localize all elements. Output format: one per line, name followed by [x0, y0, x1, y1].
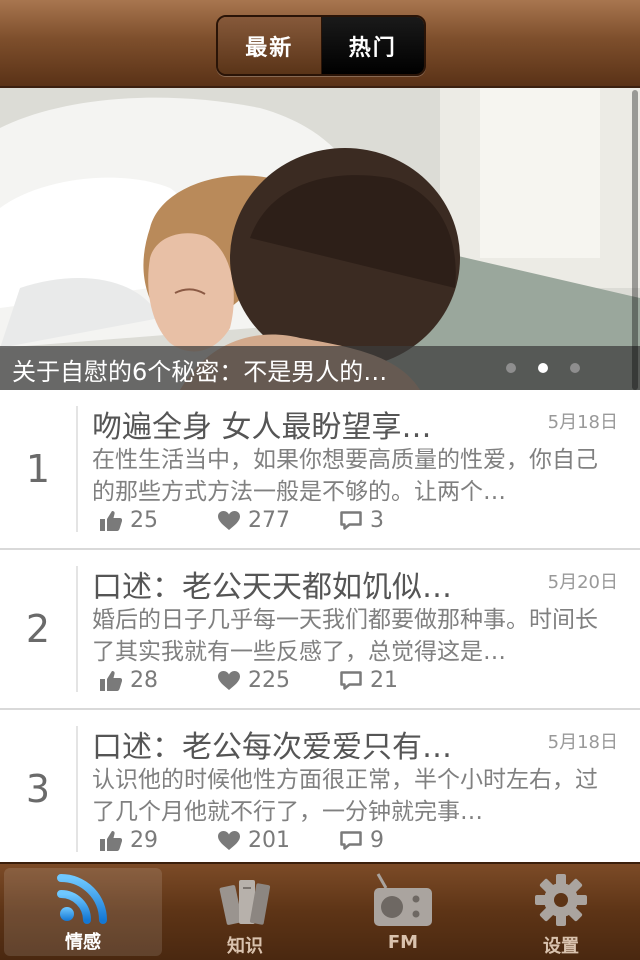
like-count: 29: [130, 828, 158, 853]
article-excerpt: 婚后的日子几乎每一天我们都要做那种事。时间长了其实我就有一些反感了，总觉得这是…: [92, 607, 598, 665]
like-stat: 28: [100, 668, 218, 693]
favorite-stat: 277: [218, 508, 340, 533]
favorite-stat: 225: [218, 668, 340, 693]
comment-count: 9: [370, 828, 384, 853]
thumbs-up-icon: [100, 830, 122, 851]
article-title: 吻遍全身 女人最盼望享…: [92, 410, 432, 445]
favorite-stat: 201: [218, 828, 340, 853]
comment-icon: [340, 830, 362, 850]
tab-emotion[interactable]: 情感: [4, 868, 162, 956]
banner-caption: 关于自慰的6个秘密：不是男人的…: [12, 358, 388, 386]
tab-newest[interactable]: 最新: [218, 17, 322, 74]
bottom-tab-bar: 情感 知识 FM 设置: [0, 862, 640, 960]
gear-icon: [535, 874, 587, 926]
banner-photo: [0, 88, 640, 390]
comment-stat: 9: [340, 828, 384, 853]
tab-label: 情感: [65, 932, 101, 953]
article-date: 5月18日: [547, 412, 618, 433]
tab-hot[interactable]: 热门: [321, 17, 424, 74]
tab-label: 知识: [227, 936, 263, 957]
list-item[interactable]: 1 吻遍全身 女人最盼望享… 5月18日 在性生活当中，如果你想要高质量的性爱，…: [0, 390, 640, 550]
tab-label: FM: [387, 932, 419, 953]
list-item[interactable]: 2 口述：老公天天都如饥似… 5月20日 婚后的日子几乎每一天我们都要做那种事。…: [0, 550, 640, 710]
like-stat: 29: [100, 828, 218, 853]
article-stats: 29 201 9: [100, 828, 384, 853]
tab-label: 设置: [543, 936, 579, 957]
rss-icon: [57, 874, 107, 924]
favorite-count: 225: [248, 668, 290, 693]
article-stats: 28 225 21: [100, 668, 398, 693]
comment-stat: 3: [340, 508, 384, 533]
favorite-count: 201: [248, 828, 290, 853]
article-list: 1 吻遍全身 女人最盼望享… 5月18日 在性生活当中，如果你想要高质量的性爱，…: [0, 390, 640, 870]
comment-icon: [340, 670, 362, 690]
like-count: 28: [130, 668, 158, 693]
rank-number: 1: [25, 447, 51, 491]
page-dot-1[interactable]: [506, 363, 516, 373]
list-item[interactable]: 3 口述：老公每次爱爱只有… 5月18日 认识他的时候他性方面很正常，半个小时左…: [0, 710, 640, 870]
like-stat: 25: [100, 508, 218, 533]
heart-icon: [218, 670, 240, 690]
tab-fm[interactable]: FM: [324, 864, 482, 960]
featured-banner[interactable]: 关于自慰的6个秘密：不是男人的…: [0, 88, 640, 390]
books-icon: [219, 880, 271, 925]
page-indicator[interactable]: [506, 363, 580, 373]
divider: [76, 726, 78, 852]
favorite-count: 277: [248, 508, 290, 533]
heart-icon: [218, 510, 240, 530]
article-excerpt: 认识他的时候他性方面很正常，半个小时左右，过了几个月他就不行了，一分钟就完事…: [92, 767, 598, 825]
segmented-control: 最新 热门: [216, 15, 426, 76]
comment-count: 21: [370, 668, 398, 693]
article-date: 5月20日: [547, 572, 618, 593]
article-excerpt: 在性生活当中，如果你想要高质量的性爱，你自己的那些方式方法一般是不够的。让两个…: [92, 447, 598, 505]
heart-icon: [218, 830, 240, 850]
comment-count: 3: [370, 508, 384, 533]
rank-number: 2: [25, 607, 51, 651]
comment-stat: 21: [340, 668, 398, 693]
divider: [76, 566, 78, 692]
article-title: 口述：老公天天都如饥似…: [92, 570, 452, 605]
radio-icon: [374, 873, 432, 926]
article-date: 5月18日: [547, 732, 618, 753]
comment-icon: [340, 510, 362, 530]
thumbs-up-icon: [100, 510, 122, 531]
tab-settings[interactable]: 设置: [482, 864, 640, 960]
article-stats: 25 277 3: [100, 508, 384, 533]
divider: [76, 406, 78, 532]
banner-caption-bar: 关于自慰的6个秘密：不是男人的…: [0, 346, 640, 390]
tab-knowledge[interactable]: 知识: [166, 864, 324, 960]
article-title: 口述：老公每次爱爱只有…: [92, 730, 452, 765]
page-dot-3[interactable]: [570, 363, 580, 373]
like-count: 25: [130, 508, 158, 533]
top-navigation-bar: 最新 热门: [0, 0, 640, 88]
scroll-indicator: [632, 90, 638, 390]
rank-number: 3: [25, 767, 51, 811]
thumbs-up-icon: [100, 670, 122, 691]
page-dot-2[interactable]: [538, 363, 548, 373]
